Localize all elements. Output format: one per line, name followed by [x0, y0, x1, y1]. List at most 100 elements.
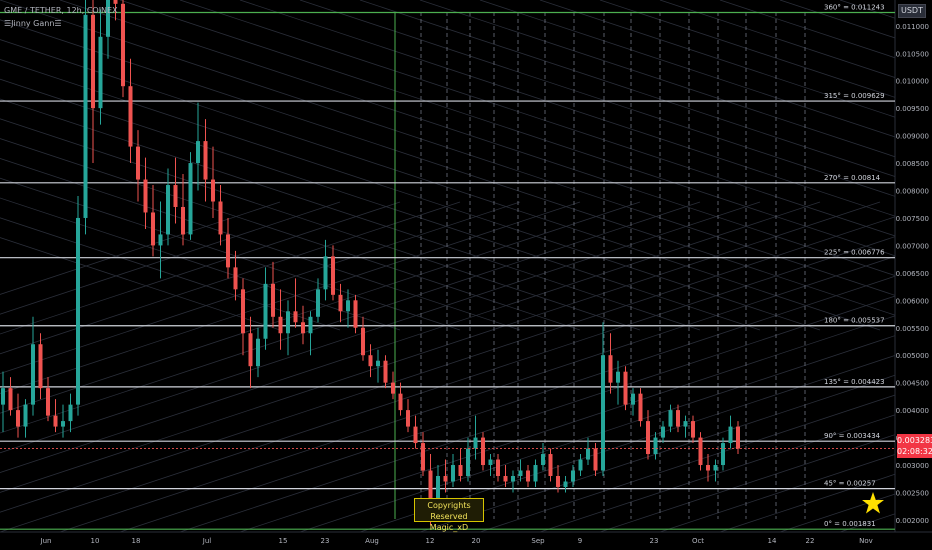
candle-body	[278, 316, 283, 334]
candle-body	[668, 410, 673, 427]
time-tick-label: Jun	[40, 537, 52, 545]
gann-diagonal	[0, 201, 821, 474]
currency-label[interactable]: USDT	[898, 4, 926, 18]
candle-body	[436, 476, 440, 498]
time-tick-label: 20	[472, 537, 481, 545]
candle-body	[121, 3, 125, 87]
candle-body	[181, 206, 185, 235]
candle-body	[451, 465, 455, 482]
candle-body	[458, 465, 463, 476]
candle-body	[586, 448, 590, 460]
candle-body	[203, 141, 208, 180]
copyright-line-1: Copyrights Reserved	[427, 501, 471, 521]
time-tick-label: Oct	[692, 537, 704, 545]
candle-body	[98, 36, 103, 109]
gann-diagonal	[659, 441, 932, 533]
candle-body	[706, 465, 710, 471]
candle-body	[211, 179, 215, 202]
candle-body	[286, 311, 290, 334]
price-tick-label: 0.004000	[896, 407, 929, 415]
last-price-badge: 0.003283 02:08:32	[897, 434, 932, 458]
gann-diagonal	[0, 201, 341, 315]
candle-body	[61, 421, 65, 427]
candle-body	[571, 470, 575, 482]
candle-body	[256, 338, 260, 367]
price-tick-label: 0.004500	[896, 380, 929, 388]
time-tick-label: 10	[91, 537, 100, 545]
candle-body	[413, 426, 418, 444]
candle-body	[136, 146, 140, 180]
gann-diagonal	[659, 0, 932, 91]
candle-body	[698, 437, 703, 466]
price-tick-label: 0.007500	[896, 215, 929, 223]
candle-body	[631, 393, 635, 405]
candle-body	[533, 465, 538, 482]
candle-body	[466, 448, 470, 476]
candle-body	[728, 426, 733, 444]
chart-title: GME / TETHER, 12h, COINEX	[4, 6, 118, 15]
time-tick-label: 23	[650, 537, 659, 545]
candle-body	[526, 470, 530, 482]
time-tick-label: Sep	[531, 537, 545, 545]
time-tick-label: Nov	[859, 537, 873, 545]
candle-body	[653, 437, 658, 455]
candle-body	[376, 360, 380, 367]
candle-body	[1, 388, 5, 405]
candle-body	[608, 355, 613, 383]
candle-body	[233, 267, 238, 290]
candle-body	[143, 179, 148, 213]
candle-body	[481, 437, 485, 466]
price-tick-label: 0.002000	[896, 517, 929, 525]
time-tick-label: 9	[578, 537, 582, 545]
gann-level-label: 315° = 0.009629	[824, 92, 885, 100]
candle-body	[361, 327, 365, 356]
candle-body	[196, 141, 200, 164]
gann-diagonal	[0, 217, 341, 331]
last-price-value: 0.003283	[897, 436, 932, 445]
candle-body	[31, 344, 35, 405]
candle-body	[691, 421, 695, 438]
candle-body	[293, 311, 298, 323]
candle-body	[8, 388, 13, 411]
gann-level-label: 180° = 0.005537	[824, 317, 885, 325]
price-tick-label: 0.010000	[896, 78, 929, 86]
candle-body	[511, 476, 515, 482]
candle-body	[68, 404, 73, 422]
candle-body	[443, 476, 448, 482]
indicator-label[interactable]: ☰Jinny Gann☰	[4, 19, 62, 28]
candle-body	[473, 437, 478, 449]
price-tick-label: 0.007000	[896, 242, 929, 250]
candle-body	[113, 0, 118, 4]
candle-body	[188, 163, 193, 235]
candle-body	[616, 371, 620, 383]
candle-body	[248, 333, 253, 367]
candle-body	[158, 234, 163, 246]
candle-body	[563, 481, 568, 487]
price-chart[interactable]: 0.011000 0.010500 0.010000 0.009500 0.009000…	[0, 0, 932, 550]
candle-body	[541, 454, 545, 466]
chart-area[interactable]: 0.011000 0.010500 0.010000 0.009500 0.009000…	[0, 0, 932, 550]
candle-body	[548, 454, 553, 476]
copyright-watermark: Copyrights Reserved Magic_xD	[414, 498, 484, 532]
price-tick-label: 0.003000	[896, 462, 929, 470]
time-tick-label: 23	[321, 537, 330, 545]
gann-diagonal	[0, 201, 581, 394]
price-tick-label: 0.008500	[896, 160, 929, 168]
candle-body	[406, 410, 410, 427]
candle-body	[241, 289, 245, 334]
time-tick-label: 15	[279, 537, 288, 545]
gann-level-label: 90° = 0.003434	[824, 432, 881, 440]
candle-body	[91, 14, 95, 109]
price-tick-label: 0.006500	[896, 270, 929, 278]
candle-body	[488, 459, 493, 466]
candle-body	[503, 476, 508, 482]
candle-body	[391, 382, 395, 394]
candle-body	[683, 421, 688, 427]
time-tick-label: 18	[132, 537, 141, 545]
gann-level-label: 0° = 0.001831	[824, 520, 876, 528]
candle-body	[623, 371, 628, 405]
candle-body	[226, 234, 230, 268]
candle-body	[428, 470, 433, 498]
bar-countdown: 02:08:32	[897, 447, 932, 456]
candle-body	[721, 443, 725, 466]
